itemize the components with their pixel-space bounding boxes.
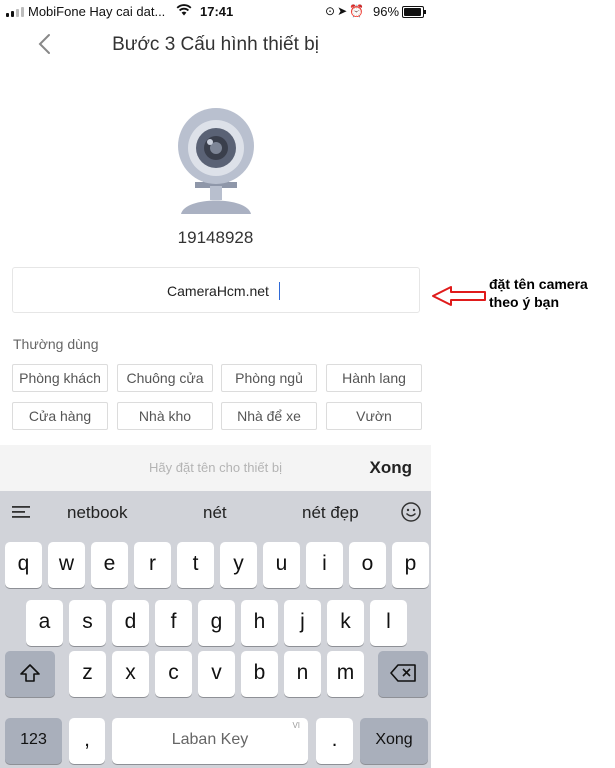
device-name-input[interactable] [13, 268, 423, 314]
alarm-icon: ⏰ [349, 4, 367, 18]
key-b[interactable]: b [241, 651, 278, 697]
device-name-field[interactable] [12, 267, 423, 314]
chip-nha-de-xe[interactable]: Nhà để xe [221, 402, 317, 430]
battery-percent: 96% [373, 4, 400, 19]
app-screen: MobiFone Hay cai dat... 17:41 ⊙➤⏰ 96% Bư… [0, 0, 431, 768]
signal-icon [6, 7, 24, 17]
key-v[interactable]: v [198, 651, 235, 697]
chip-phong-khach[interactable]: Phòng khách [12, 364, 108, 392]
return-key[interactable]: Xong [360, 718, 428, 764]
key-u[interactable]: u [263, 542, 300, 588]
text-caret [279, 282, 280, 300]
annotation-line-2: theo ý bạn [489, 294, 560, 310]
device-serial: 19148928 [177, 228, 254, 247]
status-time: 17:41 [200, 4, 234, 19]
wifi-icon [176, 4, 192, 16]
key-o[interactable]: o [349, 542, 386, 588]
language-tag: VI [292, 721, 300, 730]
menu-icon[interactable] [12, 506, 30, 518]
key-f[interactable]: f [155, 600, 192, 646]
key-t[interactable]: t [177, 542, 214, 588]
space-key-label: Laban Key [171, 731, 249, 748]
key-c[interactable]: c [155, 651, 192, 697]
keyboard: netbook nét nét đẹp 123 , Laban Key VI .… [0, 491, 431, 768]
key-e[interactable]: e [91, 542, 128, 588]
backspace-icon [390, 664, 416, 682]
shift-key[interactable] [5, 651, 55, 697]
prediction-3[interactable]: nét đẹp [302, 503, 359, 523]
key-a[interactable]: a [26, 600, 63, 646]
chip-phong-ngu[interactable]: Phòng ngủ [221, 364, 317, 392]
page-title: Bước 3 Cấu hình thiết bị [112, 34, 319, 55]
key-k[interactable]: k [327, 600, 364, 646]
input-accessory-bar: Hãy đặt tên cho thiết bị Xong [0, 445, 431, 491]
emoji-icon[interactable] [401, 502, 421, 522]
prediction-2[interactable]: nét [203, 503, 227, 523]
location-icon: ➤ [337, 4, 350, 18]
name-placeholder: Hãy đặt tên cho thiết bị [149, 460, 282, 475]
chip-hanh-lang[interactable]: Hành lang [326, 364, 422, 392]
prediction-1[interactable]: netbook [67, 503, 128, 523]
key-s[interactable]: s [69, 600, 106, 646]
key-w[interactable]: w [48, 542, 85, 588]
comma-key[interactable]: , [69, 718, 105, 764]
key-y[interactable]: y [220, 542, 257, 588]
key-p[interactable]: p [392, 542, 429, 588]
red-arrow-icon [432, 286, 486, 306]
backspace-key[interactable] [378, 651, 428, 697]
chip-nha-kho[interactable]: Nhà kho [117, 402, 213, 430]
period-key[interactable]: . [316, 718, 353, 764]
key-g[interactable]: g [198, 600, 235, 646]
key-r[interactable]: r [134, 542, 171, 588]
numbers-key[interactable]: 123 [5, 718, 62, 764]
webcam-icon [178, 108, 254, 214]
key-z[interactable]: z [69, 651, 106, 697]
shift-icon [20, 664, 40, 682]
prediction-bar: netbook nét nét đẹp [0, 491, 431, 533]
key-n[interactable]: n [284, 651, 321, 697]
key-x[interactable]: x [112, 651, 149, 697]
key-j[interactable]: j [284, 600, 321, 646]
screen-lock-icon: ⊙ [325, 4, 338, 18]
battery-icon [402, 6, 426, 18]
annotation-line-1: đặt tên camera [489, 276, 588, 292]
carrier-name: MobiFone Hay cai dat... [28, 4, 166, 19]
chip-vuon[interactable]: Vườn [326, 402, 422, 430]
key-l[interactable]: l [370, 600, 407, 646]
chip-cua-hang[interactable]: Cửa hàng [12, 402, 108, 430]
key-i[interactable]: i [306, 542, 343, 588]
key-d[interactable]: d [112, 600, 149, 646]
annotation-note: đặt tên camera theo ý bạn [489, 275, 588, 311]
status-bar: MobiFone Hay cai dat... 17:41 ⊙➤⏰ 96% [0, 0, 431, 24]
key-h[interactable]: h [241, 600, 278, 646]
key-q[interactable]: q [5, 542, 42, 588]
chip-chuong-cua[interactable]: Chuông cửa [117, 364, 213, 392]
key-m[interactable]: m [327, 651, 364, 697]
done-button[interactable]: Xong [370, 458, 413, 478]
space-key[interactable]: Laban Key VI [112, 718, 308, 764]
common-names-label: Thường dùng [13, 336, 99, 352]
